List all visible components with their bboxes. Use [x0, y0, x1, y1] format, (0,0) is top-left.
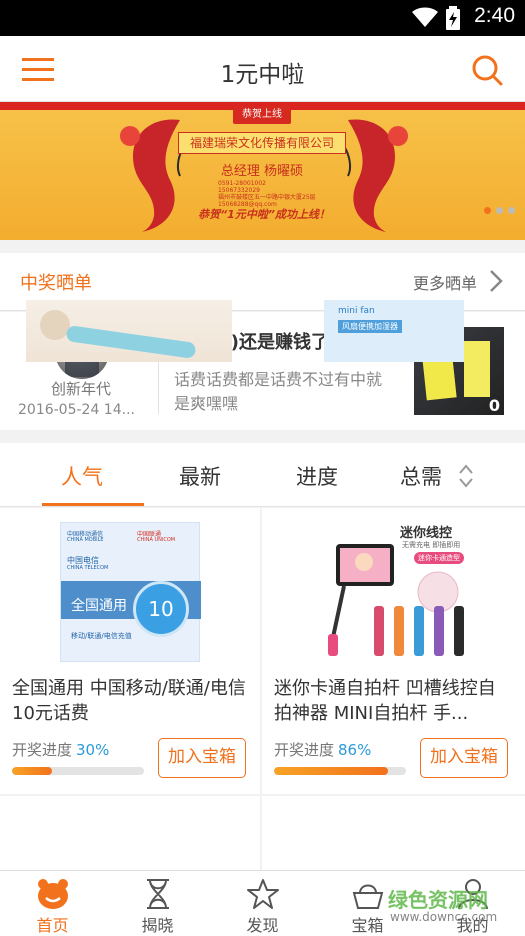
image-pill: 迷你卡通造型	[414, 552, 464, 564]
banner-details: 0591-28001002 15067332029 福州市鼓楼区五一中路中银大厦…	[218, 180, 316, 208]
carousel-dot[interactable]	[496, 207, 503, 214]
progress-label-text: 开奖进度	[12, 741, 73, 759]
product-card[interactable]	[262, 796, 525, 876]
star-icon	[247, 879, 279, 909]
recharge-caption: 移动/联通/电信充值	[71, 632, 132, 640]
chevron-right-icon[interactable]	[489, 269, 503, 293]
product-image[interactable]: 迷你线控 无需充电 即插即用 迷你卡通造型	[322, 522, 492, 666]
banner-detail-line: 15067332029	[218, 187, 260, 194]
product-image[interactable]: mini fan 风扇便携加湿器	[324, 300, 464, 362]
product-stick	[65, 325, 197, 359]
tab-label: 揭晓	[141, 916, 174, 935]
product-image[interactable]: 中国移动通信 CHINA MOBILE 中国联通 CHINA UNICOM 中国…	[60, 522, 201, 662]
banner-slogan: 恭贺“1元中啦”成功上线！	[198, 208, 330, 221]
tab-newest[interactable]: 最新	[179, 461, 221, 491]
decorative-face-icon	[343, 119, 408, 232]
cmcc-logo-en: CHINA MOBILE	[67, 537, 104, 543]
winner-date: 2016-05-24 14...	[18, 402, 135, 418]
tab-discover[interactable]: 发现	[210, 871, 315, 936]
banner-manager: 总经理 杨曜硕	[220, 164, 304, 179]
progress-label-text: 开奖进度	[274, 741, 335, 759]
watermark: 绿色资源网 www.downcc.com	[360, 884, 520, 934]
hourglass-icon	[147, 879, 169, 909]
active-tab-indicator	[42, 503, 144, 506]
banner-detail-line: 福州市鼓楼区五一中路中银大厦25层	[218, 194, 316, 201]
unicom-logo-en: CHINA UNICOM	[137, 537, 176, 543]
more-winners-link[interactable]: 更多晒单	[413, 270, 477, 294]
decor-ball	[40, 310, 70, 340]
watermark-url: www.downcc.com	[390, 910, 498, 924]
sort-tabs: 人气 最新 进度 总需	[0, 443, 525, 507]
app-bar: 1元中啦	[0, 36, 525, 102]
image-sub: 无需充电 即插即用	[402, 541, 461, 549]
search-icon[interactable]	[471, 54, 503, 86]
add-to-box-button[interactable]: 加入宝箱	[158, 738, 246, 778]
banner-detail-line: 0591-28001002	[218, 180, 266, 187]
image-caption: mini fan	[338, 306, 375, 316]
tab-popularity[interactable]: 人气	[61, 461, 103, 491]
progress-value: 86%	[338, 741, 372, 759]
watermark-text: 绿色资源网	[388, 888, 488, 912]
tab-label: 首页	[36, 916, 69, 935]
promo-banner[interactable]: 恭贺上线 福建瑞荣文化传播有限公司 总经理 杨曜硕 0591-28001002 …	[0, 102, 525, 240]
progress-label: 开奖进度 30%	[12, 739, 109, 760]
winners-section-label: 中奖晒单	[20, 273, 92, 294]
battery-charging-icon	[446, 6, 460, 30]
progress-fill	[274, 767, 388, 775]
carousel-dot[interactable]	[508, 207, 515, 214]
home-face-icon	[38, 879, 68, 909]
tab-total[interactable]: 总需	[400, 461, 442, 491]
progress-bar	[274, 767, 406, 775]
photo-count: 0	[488, 396, 500, 415]
add-to-box-button[interactable]: 加入宝箱	[420, 738, 508, 778]
wifi-icon	[412, 7, 438, 27]
sort-toggle-icon[interactable]	[458, 463, 474, 489]
amount-badge: 10	[133, 581, 189, 637]
carousel-dots[interactable]	[479, 199, 515, 218]
carousel-dot[interactable]	[484, 207, 491, 214]
banner-company: 福建瑞荣文化传播有限公司	[178, 132, 346, 154]
product-title[interactable]: 迷你卡通自拍杆 凹槽线控自拍神器 MINI自拍杆 手...	[274, 676, 510, 726]
progress-value: 30%	[76, 741, 110, 759]
image-caption: 风扇便携加湿器	[338, 320, 402, 333]
tab-results[interactable]: 揭晓	[105, 871, 210, 936]
national-label: 全国通用	[71, 598, 127, 614]
progress-label: 开奖进度 86%	[274, 739, 371, 760]
tab-label: 发现	[246, 916, 279, 935]
tab-progress[interactable]: 进度	[296, 461, 338, 491]
status-bar: 2:40	[0, 0, 525, 36]
progress-fill	[12, 767, 52, 775]
product-card[interactable]	[0, 796, 260, 876]
page-title: 1元中啦	[220, 62, 305, 88]
winner-body: 话费话费都是话费不过有中就是爽嘿嘿	[174, 370, 383, 413]
product-card[interactable]: 中国移动通信 CHINA MOBILE 中国联通 CHINA UNICOM 中国…	[0, 508, 260, 794]
product-title[interactable]: 全国通用 中国移动/联通/电信 10元话费	[12, 676, 248, 726]
image-header: 迷你线控	[400, 526, 453, 541]
status-time: 2:40	[474, 4, 515, 27]
banner-ribbon: 恭贺上线	[233, 106, 291, 124]
tab-home[interactable]: 首页	[0, 871, 105, 936]
product-image[interactable]	[26, 300, 232, 362]
winner-user-name: 创新年代	[50, 380, 111, 398]
progress-bar	[12, 767, 144, 775]
telecom-logo-en: CHINA TELECOM	[67, 565, 109, 571]
